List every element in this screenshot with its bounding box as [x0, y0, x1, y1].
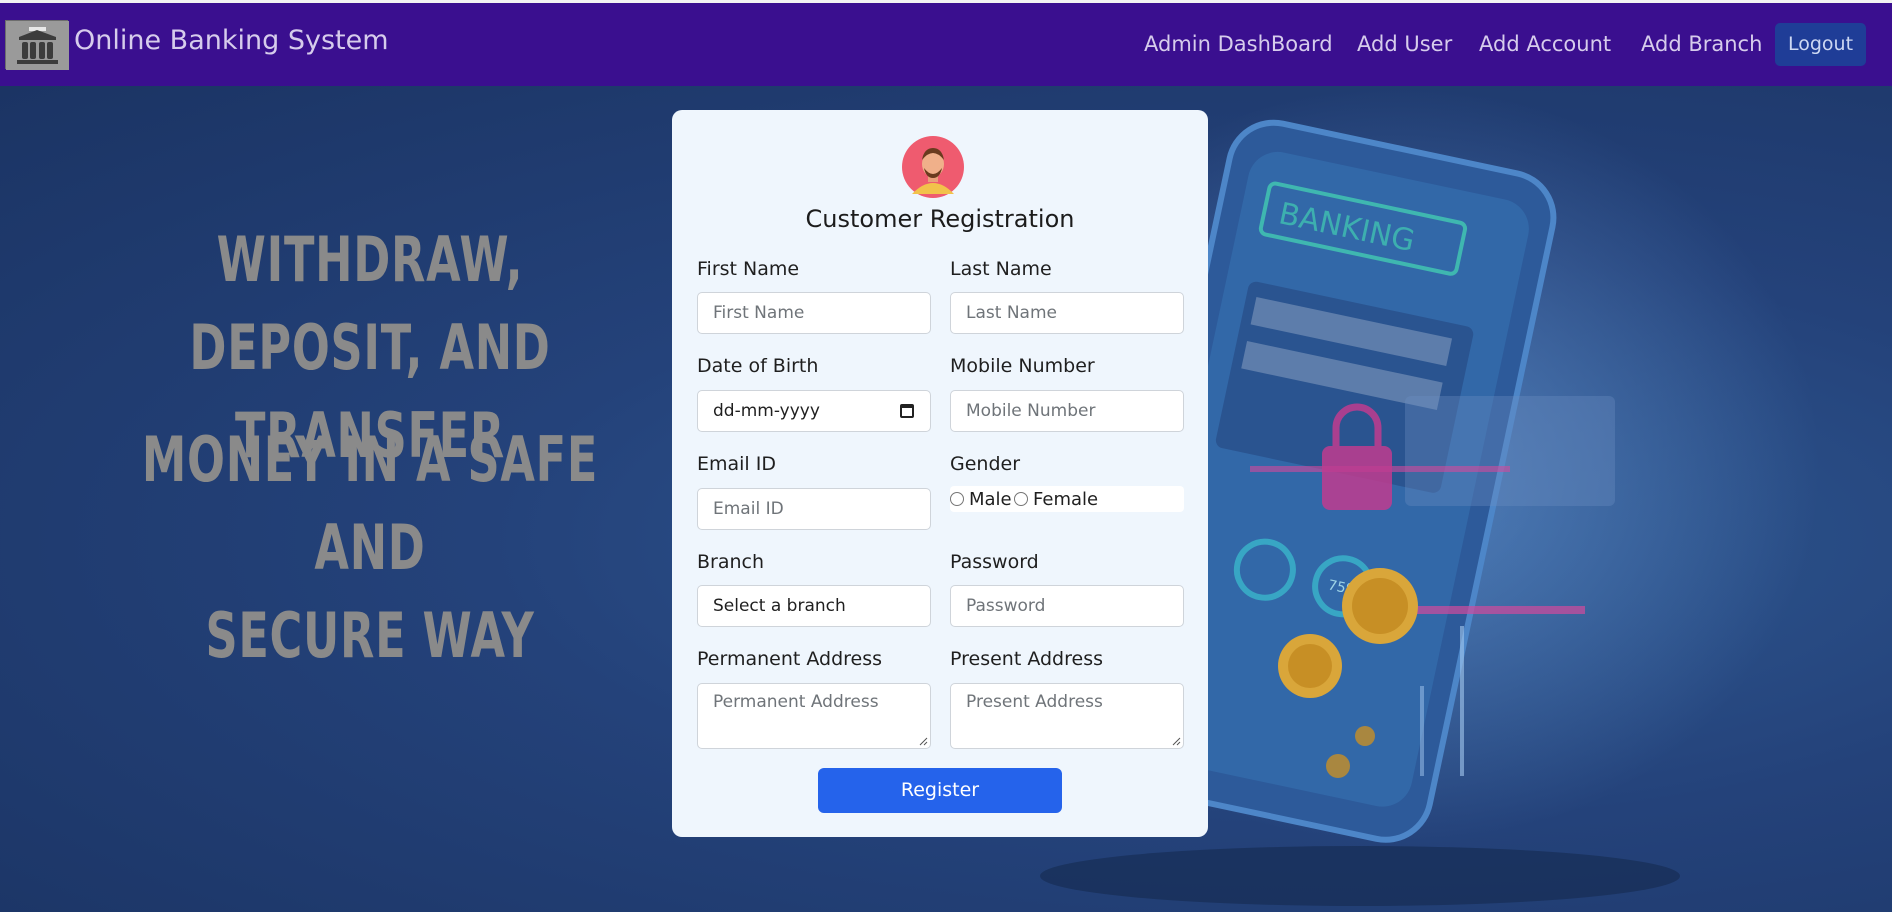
brand-title[interactable]: Online Banking System: [74, 25, 389, 56]
hero-text-4: SECURE WAY: [205, 599, 535, 672]
password-input[interactable]: Password: [950, 585, 1184, 627]
branch-select[interactable]: Select a branch: [697, 585, 931, 627]
present-address-placeholder: Present Address: [966, 692, 1103, 712]
register-button[interactable]: Register: [818, 768, 1062, 813]
form-title: Customer Registration: [805, 205, 1075, 233]
branch-label: Branch: [697, 551, 765, 573]
nav-add-account[interactable]: Add Account: [1479, 32, 1611, 56]
permanent-address-label: Permanent Address: [697, 648, 883, 670]
calendar-icon[interactable]: [900, 404, 914, 418]
permanent-address-placeholder: Permanent Address: [713, 692, 879, 712]
resize-grip-icon[interactable]: [919, 737, 928, 746]
last-name-input[interactable]: Last Name: [950, 292, 1184, 334]
gender-label: Gender: [950, 453, 1021, 475]
dob-label: Date of Birth: [697, 355, 819, 377]
hero-heading-line-2: MONEY IN A SAFE AND SECURE WAY: [125, 416, 615, 680]
logout-button[interactable]: Logout: [1775, 23, 1866, 66]
navbar: Online Banking System Admin DashBoard Ad…: [0, 3, 1892, 86]
email-label: Email ID: [697, 453, 776, 475]
gender-female-radio[interactable]: [1014, 492, 1028, 506]
present-address-textarea[interactable]: Present Address: [950, 683, 1184, 749]
mobile-label: Mobile Number: [950, 355, 1095, 377]
gender-male-radio[interactable]: [950, 492, 964, 506]
user-avatar-icon: [902, 136, 964, 198]
first-name-input[interactable]: First Name: [697, 292, 931, 334]
last-name-label: Last Name: [950, 258, 1052, 280]
dob-value: dd-mm-yyyy: [713, 401, 820, 421]
bank-logo-icon[interactable]: [5, 20, 69, 70]
registration-card: Customer Registration First Name First N…: [672, 110, 1208, 837]
nav-add-user[interactable]: Add User: [1357, 32, 1452, 56]
dob-input[interactable]: dd-mm-yyyy: [697, 390, 931, 432]
resize-grip-icon[interactable]: [1172, 737, 1181, 746]
hero-text-1: WITHDRAW, DEPOSIT, AND: [189, 223, 551, 384]
gender-radio-group: Male Female: [950, 486, 1184, 512]
gender-male-label[interactable]: Male: [969, 489, 1012, 510]
hero-text-3: MONEY IN A SAFE AND: [141, 423, 599, 584]
first-name-label: First Name: [697, 258, 800, 280]
email-input[interactable]: Email ID: [697, 488, 931, 530]
mobile-input[interactable]: Mobile Number: [950, 390, 1184, 432]
gender-female-label[interactable]: Female: [1033, 489, 1098, 510]
permanent-address-textarea[interactable]: Permanent Address: [697, 683, 931, 749]
password-label: Password: [950, 551, 1039, 573]
nav-admin-dashboard[interactable]: Admin DashBoard: [1144, 32, 1333, 56]
app-window: Online Banking System Admin DashBoard Ad…: [0, 0, 1892, 912]
nav-add-branch[interactable]: Add Branch: [1641, 32, 1762, 56]
present-address-label: Present Address: [950, 648, 1103, 670]
